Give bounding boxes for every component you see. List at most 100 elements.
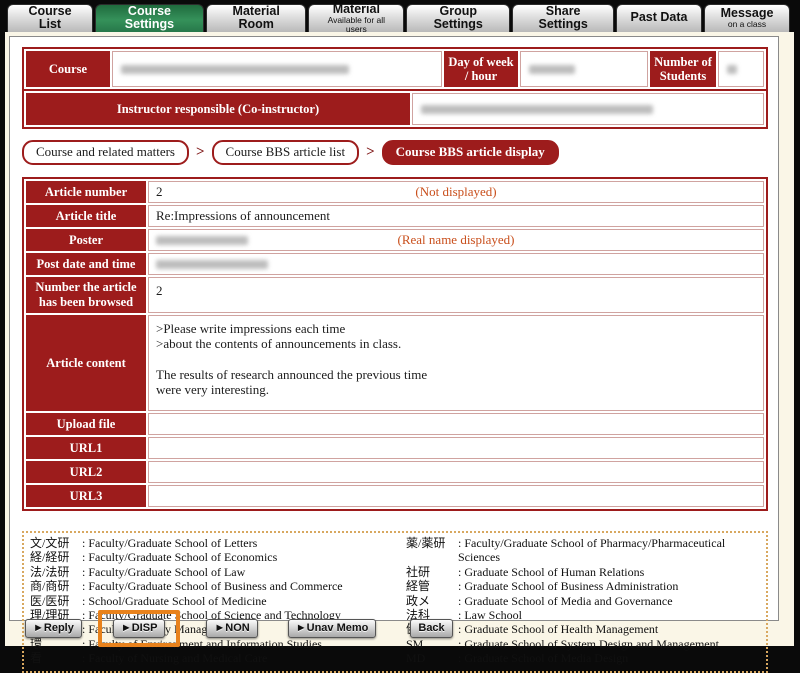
table-row-upload-file: Upload file	[26, 413, 764, 435]
legend-item: MD: Graduate School of Media Design	[406, 651, 629, 666]
browsed-count-value: 2	[148, 277, 764, 313]
url1-label: URL1	[26, 437, 146, 459]
tab-course-list[interactable]: Course List	[7, 4, 93, 32]
legend-item: SM: Graduate School of System Design and…	[406, 636, 719, 651]
instructor-label: Instructor responsible (Co-instructor)	[26, 93, 410, 125]
legend-item: 法科: Law School	[406, 607, 522, 622]
url3-value	[148, 485, 764, 507]
main-content: Course Day of week / hour Number of Stud…	[9, 36, 779, 673]
legend-left-column: 文/文研: Faculty/Graduate School of Letters…	[30, 536, 402, 666]
poster-label: Poster	[26, 229, 146, 251]
chevron-separator-icon: >	[195, 144, 205, 160]
breadcrumb-course-matters[interactable]: Course and related matters	[22, 140, 189, 165]
table-row-article-content: Article content >Please write impression…	[26, 315, 764, 411]
article-title-value: Re:Impressions of announcement	[148, 205, 764, 227]
redacted-course-name	[121, 64, 349, 74]
course-info-table: Course Day of week / hour Number of Stud…	[22, 47, 768, 129]
post-date-value	[148, 253, 764, 275]
legend-item: 看: Faculty of Nursing and Medical Care	[30, 651, 268, 666]
day-of-week-label: Day of week / hour	[444, 51, 518, 87]
poster-value: (Real name displayed)	[148, 229, 764, 251]
tab-message[interactable]: Message on a class	[704, 4, 790, 32]
legend-item: 文/文研: Faculty/Graduate School of Letters	[30, 536, 258, 550]
non-button[interactable]: ►NON	[206, 618, 258, 638]
tab-share-settings[interactable]: Share Settings	[512, 4, 614, 32]
article-number-text: 2	[156, 184, 163, 200]
url2-value	[148, 461, 764, 483]
article-table: Article number 2 (Not displayed) Article…	[22, 177, 768, 511]
legend-right-column: 薬/薬研: Faculty/Graduate School of Pharmac…	[406, 536, 760, 666]
browsed-count-label: Number the article has been browsed	[26, 277, 146, 313]
legend-item: 社研: Graduate School of Human Relations	[406, 564, 645, 579]
table-row-article-number: Article number 2 (Not displayed)	[26, 181, 764, 203]
not-displayed-annotation: (Not displayed)	[415, 184, 497, 200]
tab-material-room[interactable]: Material Room	[205, 3, 307, 32]
legend-item: 健マ: Graduate School of Health Management	[406, 622, 659, 637]
table-row-poster: Poster (Real name displayed)	[26, 229, 764, 251]
table-row-post-date: Post date and time	[26, 253, 764, 275]
tab-label: Material	[332, 1, 380, 16]
table-row-browsed-count: Number the article has been browsed 2	[26, 277, 764, 313]
post-date-label: Post date and time	[26, 253, 146, 275]
legend-item: 薬/薬研: Faculty/Graduate School of Pharmac…	[406, 536, 726, 565]
bottom-button-bar: ►Reply ►DISP ►NON ►Unav Memo Back	[15, 609, 453, 647]
breadcrumb-bbs-article-list[interactable]: Course BBS article list	[211, 140, 360, 165]
legend-item: 経管: Graduate School of Business Administ…	[406, 579, 679, 594]
url3-label: URL3	[26, 485, 146, 507]
tab-label: Material Room	[232, 3, 280, 31]
faculty-legend: 文/文研: Faculty/Graduate School of Letters…	[22, 531, 768, 673]
breadcrumb-bbs-article-display: Course BBS article display	[381, 140, 559, 165]
tab-label: Past Data	[630, 10, 688, 25]
students-label: Number of Students	[650, 51, 716, 87]
table-row-url2: URL2	[26, 461, 764, 483]
upload-file-value	[148, 413, 764, 435]
tab-label: Share Settings	[538, 3, 588, 31]
instructor-value	[412, 93, 764, 125]
table-row-article-title: Article title Re:Impressions of announce…	[26, 205, 764, 227]
course-value	[112, 51, 442, 87]
tab-course-settings[interactable]: Course Settings	[95, 4, 204, 32]
tab-past-data[interactable]: Past Data	[616, 4, 702, 32]
redacted-day-hour	[529, 64, 575, 74]
tab-label: Course List	[28, 3, 72, 31]
redacted-poster-name	[156, 235, 248, 245]
disp-button[interactable]: ►DISP	[112, 618, 166, 638]
highlight-box: ►DISP	[97, 609, 181, 647]
browsed-count-text: 2	[156, 283, 163, 298]
article-number-value: 2 (Not displayed)	[148, 181, 764, 203]
table-row-url1: URL1	[26, 437, 764, 459]
redacted-student-count	[727, 64, 737, 74]
url1-value	[148, 437, 764, 459]
tab-sublabel: Available for all users	[327, 14, 386, 34]
tab-label: Group Settings	[433, 3, 483, 31]
back-button[interactable]: Back	[410, 618, 453, 638]
tab-group-settings[interactable]: Group Settings	[406, 3, 511, 32]
chevron-separator-icon: >	[366, 144, 375, 160]
upload-file-label: Upload file	[26, 413, 146, 435]
article-content-value: >Please write impressions each time >abo…	[148, 315, 764, 411]
article-number-label: Article number	[26, 181, 146, 203]
legend-item: 商/商研: Faculty/Graduate School of Busines…	[30, 579, 343, 594]
legend-item: 経/経研: Faculty/Graduate School of Economi…	[30, 550, 278, 565]
table-row-url3: URL3	[26, 485, 764, 507]
legend-item: 医/医研: School/Graduate School of Medicine	[30, 593, 267, 608]
page-background: Course List Course Settings Material Roo…	[5, 1, 794, 673]
tab-sublabel: on a class	[727, 19, 767, 30]
course-label: Course	[26, 51, 110, 87]
breadcrumb: Course and related matters > Course BBS …	[22, 140, 768, 165]
url2-label: URL2	[26, 461, 146, 483]
article-content-text: >Please write impressions each time >abo…	[156, 321, 428, 398]
tab-label: Course Settings	[124, 3, 175, 31]
students-value	[718, 51, 764, 87]
article-title-label: Article title	[26, 205, 146, 227]
reply-button[interactable]: ►Reply	[25, 618, 82, 638]
redacted-post-date	[156, 259, 268, 269]
tab-material[interactable]: Material Available for all users	[308, 1, 405, 34]
legend-item: 政メ: Graduate School of Media and Governa…	[406, 593, 673, 608]
day-of-week-value	[520, 51, 648, 87]
article-title-text: Re:Impressions of announcement	[156, 208, 331, 224]
article-content-label: Article content	[26, 315, 146, 411]
legend-item: 法/法研: Faculty/Graduate School of Law	[30, 564, 246, 579]
unav-memo-button[interactable]: ►Unav Memo	[287, 618, 377, 638]
redacted-instructor-name	[421, 104, 653, 114]
